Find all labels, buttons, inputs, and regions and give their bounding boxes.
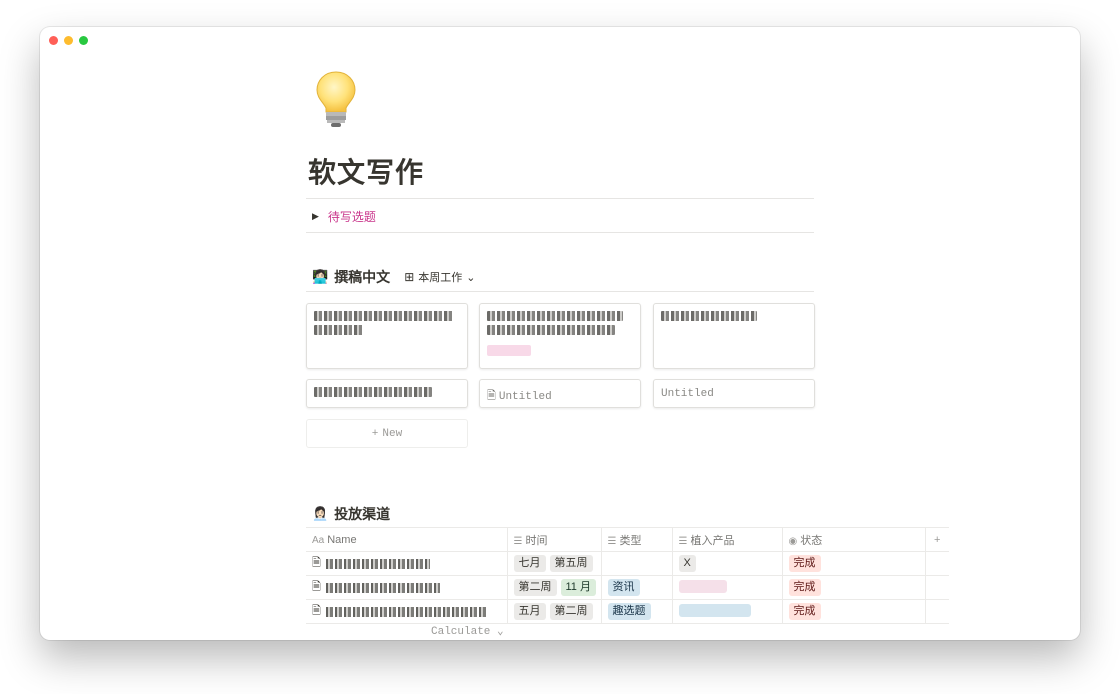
time-tag[interactable]: 11 月 bbox=[560, 579, 596, 596]
toggle-block[interactable]: ▶ 待写选题 bbox=[312, 208, 376, 225]
text-property-icon: Aa bbox=[312, 534, 325, 546]
card-title: Untitled bbox=[661, 388, 714, 400]
table-view-icon: ⊞ bbox=[404, 270, 415, 284]
time-tag[interactable]: 五月 bbox=[513, 603, 546, 620]
column-header-product[interactable]: ☰ 植入产品 bbox=[671, 527, 783, 552]
close-window-button[interactable] bbox=[49, 36, 58, 45]
divider bbox=[306, 291, 814, 292]
card-title bbox=[661, 311, 757, 321]
divider bbox=[306, 198, 814, 199]
card-title bbox=[314, 311, 454, 321]
new-label: New bbox=[382, 427, 403, 440]
product-tag[interactable] bbox=[678, 603, 751, 617]
type-tag[interactable]: 趣选题 bbox=[607, 603, 651, 620]
row-name[interactable] bbox=[325, 582, 440, 593]
list-property-icon: ☰ bbox=[678, 535, 688, 547]
column-header-status[interactable]: ◉ 状态 bbox=[781, 527, 926, 552]
app-window: 软文写作 ▶ 待写选题 👩🏻‍💻 撰稿中文 ⊞ 本周工作 ⌄ bbox=[40, 27, 1080, 640]
time-tag[interactable]: 第二周 bbox=[513, 579, 557, 596]
column-header-type[interactable]: ☰ 类型 bbox=[600, 527, 673, 552]
list-property-icon: ☰ bbox=[607, 535, 617, 547]
type-tag[interactable]: 资讯 bbox=[607, 579, 640, 596]
time-tag[interactable]: 第五周 bbox=[549, 555, 593, 572]
board-header: 👩🏻‍💻 撰稿中文 ⊞ 本周工作 ⌄ bbox=[312, 267, 475, 287]
row-name[interactable] bbox=[325, 606, 486, 617]
card-title bbox=[487, 325, 615, 335]
add-column-button[interactable]: + bbox=[924, 527, 949, 552]
lightbulb-icon[interactable] bbox=[314, 69, 358, 129]
table-row[interactable]: 🗎 七月 第五周 X 完成 bbox=[306, 551, 949, 576]
time-tag[interactable]: 七月 bbox=[513, 555, 546, 572]
card-title: Untitled bbox=[498, 391, 552, 403]
status-badge[interactable]: 完成 bbox=[788, 603, 821, 620]
product-tag[interactable]: X bbox=[678, 555, 696, 572]
database-table: Aa Name ☰ 时间 ☰ 类型 ☰ 植入产品 ◉ 状态 + 🗎 七月 第五周 X 完成 … bbox=[306, 527, 949, 624]
view-tab-this-week[interactable]: ⊞ 本周工作 ⌄ bbox=[404, 269, 475, 285]
board-card[interactable] bbox=[306, 379, 468, 408]
status-badge[interactable]: 完成 bbox=[788, 579, 821, 596]
technologist-emoji-icon: 👩🏻‍💻 bbox=[312, 269, 329, 284]
board-card-untitled[interactable]: Untitled bbox=[653, 379, 815, 408]
time-tag[interactable]: 第二周 bbox=[549, 603, 593, 620]
minimize-window-button[interactable] bbox=[64, 36, 73, 45]
board-card-untitled[interactable]: 🗎 Untitled bbox=[479, 379, 641, 408]
page-icon: 🗎 bbox=[312, 605, 321, 617]
column-header-time[interactable]: ☰ 时间 bbox=[506, 527, 602, 552]
table-header: 👩🏻‍💼 投放渠道 bbox=[312, 504, 390, 524]
chevron-down-icon: ⌄ bbox=[497, 626, 504, 638]
board-card[interactable] bbox=[653, 303, 815, 369]
toggle-arrow-icon[interactable]: ▶ bbox=[312, 211, 319, 222]
list-property-icon: ☰ bbox=[513, 535, 523, 547]
chevron-down-icon: ⌄ bbox=[466, 271, 476, 284]
table-row[interactable]: 🗎 第二周 11 月 资讯 完成 bbox=[306, 575, 949, 600]
board-title[interactable]: 撰稿中文 bbox=[334, 267, 390, 287]
page-icon: 🗎 bbox=[487, 390, 496, 402]
board-card[interactable] bbox=[306, 303, 468, 369]
status-badge[interactable]: 完成 bbox=[788, 555, 821, 572]
page-icon: 🗎 bbox=[312, 581, 321, 593]
card-title bbox=[314, 387, 432, 397]
view-label: 本周工作 bbox=[418, 272, 463, 284]
status-property-icon: ◉ bbox=[788, 535, 798, 547]
row-name[interactable] bbox=[325, 558, 430, 569]
card-tag bbox=[487, 345, 531, 356]
toggle-label[interactable]: 待写选题 bbox=[328, 208, 376, 225]
board-card[interactable] bbox=[479, 303, 641, 369]
table-title[interactable]: 投放渠道 bbox=[334, 504, 390, 524]
divider bbox=[306, 232, 814, 233]
calculate-button[interactable]: Calculate ⌄ bbox=[431, 624, 504, 638]
card-title bbox=[487, 311, 623, 321]
table-header-row: Aa Name ☰ 时间 ☰ 类型 ☰ 植入产品 ◉ 状态 + bbox=[306, 527, 949, 552]
column-header-name[interactable]: Aa Name bbox=[306, 527, 508, 552]
new-card-button[interactable]: + New bbox=[306, 419, 468, 448]
window-controls bbox=[49, 36, 88, 45]
maximize-window-button[interactable] bbox=[79, 36, 88, 45]
page-icon: 🗎 bbox=[312, 557, 321, 569]
page-title[interactable]: 软文写作 bbox=[308, 151, 424, 191]
product-tag[interactable] bbox=[678, 579, 727, 593]
office-worker-emoji-icon: 👩🏻‍💼 bbox=[312, 506, 329, 521]
plus-icon: + bbox=[371, 427, 379, 440]
type-cell[interactable] bbox=[600, 551, 673, 576]
table-row[interactable]: 🗎 五月 第二周 趣选题 完成 bbox=[306, 599, 949, 624]
card-title bbox=[314, 325, 364, 335]
